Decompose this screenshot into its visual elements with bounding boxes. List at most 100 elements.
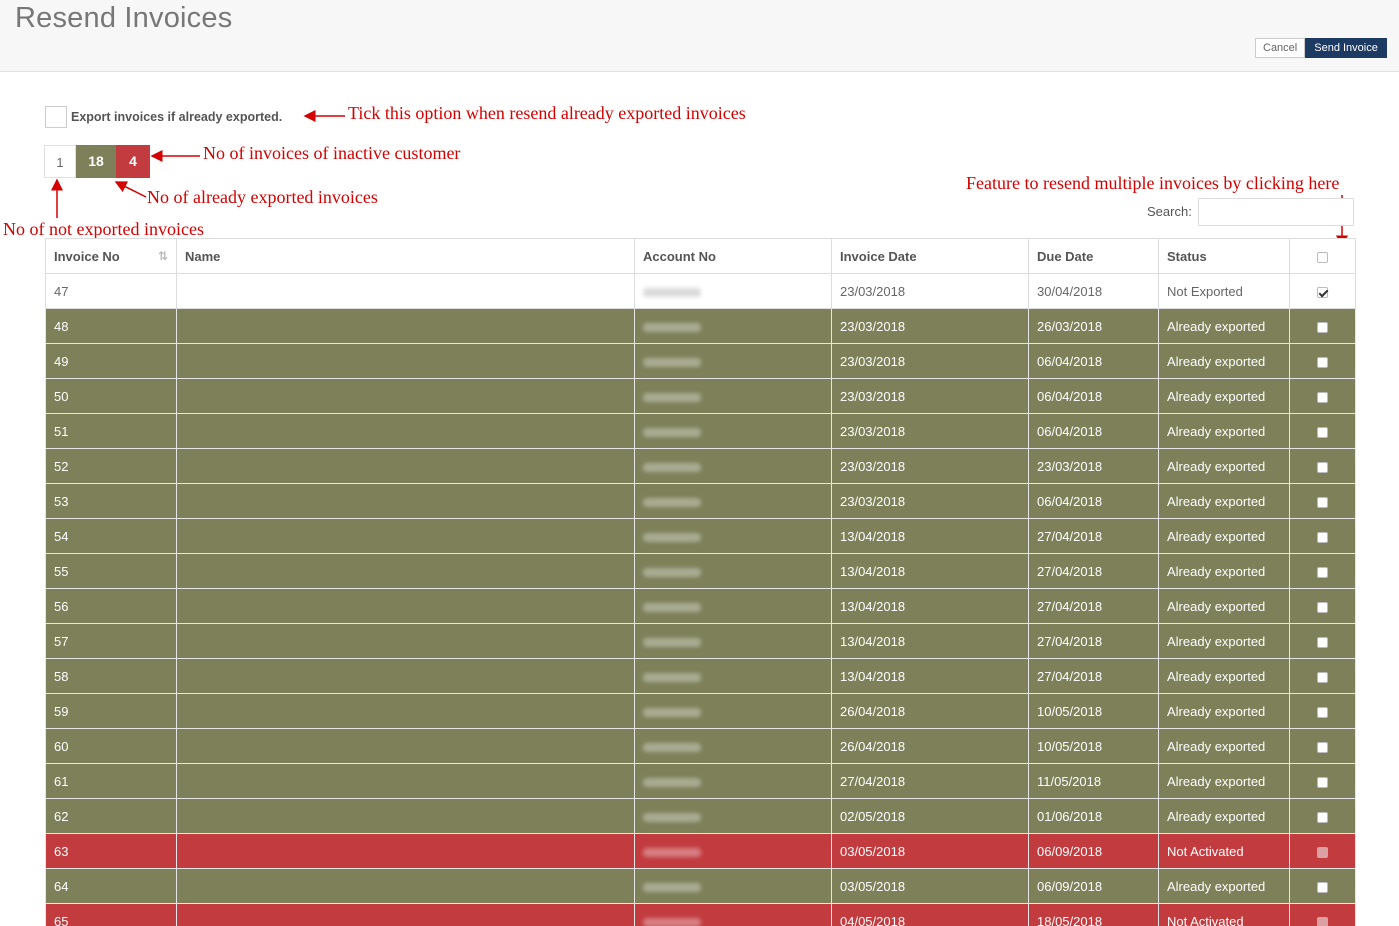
name-cell — [176, 868, 635, 904]
select-cell — [1289, 868, 1356, 904]
due-date-cell: 27/04/2018 — [1028, 658, 1159, 694]
account-no-cell — [634, 903, 832, 926]
column-header-due-date[interactable]: Due Date — [1028, 238, 1159, 274]
redacted-account-no — [643, 532, 701, 542]
row-select-checkbox[interactable] — [1317, 811, 1328, 823]
table-row[interactable]: 54 13/04/2018 27/04/2018 Already exported — [45, 518, 1356, 554]
export-option: Export invoices if already exported. — [45, 106, 282, 128]
invoice-date-cell: 13/04/2018 — [831, 553, 1029, 589]
search-input[interactable] — [1198, 198, 1354, 226]
table-row[interactable]: 65 04/05/2018 18/05/2018 Not Activated — [45, 903, 1356, 926]
row-select-checkbox[interactable] — [1317, 391, 1328, 403]
select-cell — [1289, 658, 1356, 694]
due-date-cell: 27/04/2018 — [1028, 518, 1159, 554]
select-cell — [1289, 693, 1356, 729]
exported-count-badge[interactable]: 18 — [76, 145, 116, 178]
invoice-no-cell: 61 — [45, 763, 177, 799]
table-row[interactable]: 60 26/04/2018 10/05/2018 Already exported — [45, 728, 1356, 764]
name-cell — [176, 553, 635, 589]
select-cell — [1289, 448, 1356, 484]
due-date-cell: 06/04/2018 — [1028, 483, 1159, 519]
table-row[interactable]: 47 23/03/2018 30/04/2018 Not Exported — [45, 273, 1356, 309]
column-header-status[interactable]: Status — [1158, 238, 1290, 274]
table-row[interactable]: 59 26/04/2018 10/05/2018 Already exported — [45, 693, 1356, 729]
due-date-cell: 30/04/2018 — [1028, 273, 1159, 309]
account-no-cell — [634, 693, 832, 729]
table-row[interactable]: 56 13/04/2018 27/04/2018 Already exported — [45, 588, 1356, 624]
status-cell: Already exported — [1158, 798, 1290, 834]
invoice-no-cell: 54 — [45, 518, 177, 554]
row-select-checkbox[interactable] — [1317, 916, 1328, 926]
table-row[interactable]: 64 03/05/2018 06/09/2018 Already exported — [45, 868, 1356, 904]
column-header-name[interactable]: Name — [176, 238, 635, 274]
row-select-checkbox[interactable] — [1317, 356, 1328, 368]
page-title: Resend Invoices — [15, 2, 233, 34]
row-select-checkbox[interactable] — [1317, 846, 1328, 858]
invoice-date-cell: 23/03/2018 — [831, 448, 1029, 484]
due-date-cell: 06/04/2018 — [1028, 378, 1159, 414]
row-select-checkbox[interactable] — [1317, 531, 1328, 543]
table-row[interactable]: 62 02/05/2018 01/06/2018 Already exported — [45, 798, 1356, 834]
select-cell — [1289, 378, 1356, 414]
due-date-cell: 10/05/2018 — [1028, 728, 1159, 764]
table-row[interactable]: 53 23/03/2018 06/04/2018 Already exported — [45, 483, 1356, 519]
row-select-checkbox[interactable] — [1317, 741, 1328, 753]
table-row[interactable]: 63 03/05/2018 06/09/2018 Not Activated — [45, 833, 1356, 869]
inactive-count-badge[interactable]: 4 — [116, 145, 150, 178]
due-date-cell: 27/04/2018 — [1028, 623, 1159, 659]
select-cell — [1289, 483, 1356, 519]
account-no-cell — [634, 343, 832, 379]
row-select-checkbox[interactable] — [1317, 286, 1328, 298]
row-select-checkbox[interactable] — [1317, 601, 1328, 613]
table-row[interactable]: 51 23/03/2018 06/04/2018 Already exported — [45, 413, 1356, 449]
select-all-cell — [1289, 238, 1356, 274]
column-header-account-no[interactable]: Account No — [634, 238, 832, 274]
account-no-cell — [634, 518, 832, 554]
name-cell — [176, 343, 635, 379]
table-row[interactable]: 52 23/03/2018 23/03/2018 Already exported — [45, 448, 1356, 484]
row-select-checkbox[interactable] — [1317, 881, 1328, 893]
row-select-checkbox[interactable] — [1317, 321, 1328, 333]
status-cell: Not Activated — [1158, 903, 1290, 926]
row-select-checkbox[interactable] — [1317, 496, 1328, 508]
invoice-no-cell: 57 — [45, 623, 177, 659]
invoice-table: Invoice No ⇅ Name Account No Invoice Date… — [45, 238, 1356, 926]
table-row[interactable]: 57 13/04/2018 27/04/2018 Already exported — [45, 623, 1356, 659]
table-row[interactable]: 48 23/03/2018 26/03/2018 Already exported — [45, 308, 1356, 344]
select-cell — [1289, 518, 1356, 554]
account-no-cell — [634, 483, 832, 519]
export-checkbox[interactable] — [45, 106, 67, 128]
row-select-checkbox[interactable] — [1317, 461, 1328, 473]
name-cell — [176, 763, 635, 799]
invoice-date-cell: 23/03/2018 — [831, 308, 1029, 344]
select-all-checkbox[interactable] — [1317, 251, 1328, 263]
redacted-account-no — [643, 427, 701, 437]
invoice-date-cell: 26/04/2018 — [831, 728, 1029, 764]
row-select-checkbox[interactable] — [1317, 671, 1328, 683]
invoice-date-cell: 27/04/2018 — [831, 763, 1029, 799]
due-date-cell: 27/04/2018 — [1028, 553, 1159, 589]
row-select-checkbox[interactable] — [1317, 566, 1328, 578]
column-header-invoice-no[interactable]: Invoice No ⇅ — [45, 238, 177, 274]
row-select-checkbox[interactable] — [1317, 776, 1328, 788]
select-cell — [1289, 833, 1356, 869]
sort-icon[interactable]: ⇅ — [158, 249, 168, 263]
select-cell — [1289, 413, 1356, 449]
column-header-invoice-date[interactable]: Invoice Date — [831, 238, 1029, 274]
account-no-cell — [634, 763, 832, 799]
cancel-button[interactable]: Cancel — [1255, 38, 1306, 58]
account-no-cell — [634, 308, 832, 344]
not-exported-count-badge[interactable]: 1 — [44, 145, 76, 178]
due-date-cell: 11/05/2018 — [1028, 763, 1159, 799]
table-row[interactable]: 58 13/04/2018 27/04/2018 Already exported — [45, 658, 1356, 694]
table-row[interactable]: 49 23/03/2018 06/04/2018 Already exported — [45, 343, 1356, 379]
table-row[interactable]: 61 27/04/2018 11/05/2018 Already exported — [45, 763, 1356, 799]
status-cell: Already exported — [1158, 448, 1290, 484]
table-row[interactable]: 50 23/03/2018 06/04/2018 Already exported — [45, 378, 1356, 414]
table-row[interactable]: 55 13/04/2018 27/04/2018 Already exported — [45, 553, 1356, 589]
row-select-checkbox[interactable] — [1317, 636, 1328, 648]
row-select-checkbox[interactable] — [1317, 706, 1328, 718]
row-select-checkbox[interactable] — [1317, 426, 1328, 438]
send-invoice-button[interactable]: Send Invoice — [1305, 38, 1387, 58]
name-cell — [176, 658, 635, 694]
